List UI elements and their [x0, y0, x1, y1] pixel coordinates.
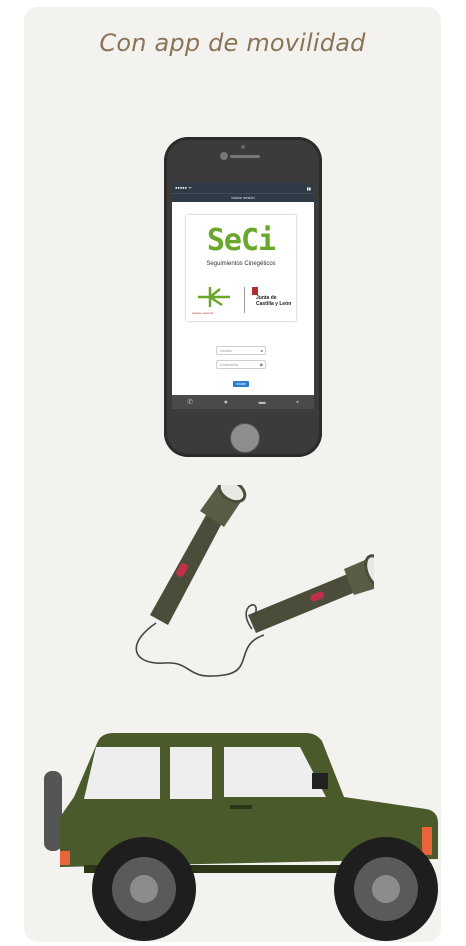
app-logo-card: SeCi Seguimientos Cinegéticos parque nac…: [186, 215, 296, 321]
rear-wheel: [92, 837, 196, 941]
partner-right-text: Junta de Castilla y León: [256, 295, 291, 307]
partner-right-line2: Castilla y León: [256, 301, 292, 307]
flashlight-left: [150, 485, 247, 625]
home-button: [230, 423, 260, 453]
rear-light: [60, 851, 70, 865]
front-light: [422, 827, 432, 855]
card-title: Con app de movilidad: [99, 29, 366, 57]
status-bar: ●●●●● ᯤ ▮▮: [172, 183, 314, 193]
eye-icon: ◉: [259, 362, 264, 367]
mail-icon[interactable]: ▬: [259, 399, 266, 406]
login-button[interactable]: Iniciar: [233, 381, 249, 387]
rear-window: [84, 747, 160, 799]
feature-card: Con app de movilidad ●●●●● ᯤ ▮▮ Iniciar …: [24, 7, 441, 942]
phone-sensor: [241, 145, 245, 149]
spare-tire: [44, 771, 62, 851]
parque-nacional-logo: [198, 287, 230, 307]
battery-indicator: ▮▮: [306, 185, 311, 191]
side-mirror: [312, 773, 328, 789]
screen-title: Iniciar sesión: [172, 193, 314, 202]
username-input[interactable]: Usuario ●: [216, 346, 266, 355]
flashlight-right: [248, 554, 374, 633]
password-placeholder: Contraseña: [220, 363, 239, 367]
logo-separator: [244, 287, 245, 313]
username-placeholder: Usuario: [220, 349, 233, 353]
front-wheel: [334, 837, 438, 941]
jcyl-shield-icon: [252, 287, 258, 295]
phone-camera: [220, 152, 228, 160]
phone-screen: ●●●●● ᯤ ▮▮ Iniciar sesión SeCi Seguimien…: [172, 183, 314, 409]
password-input[interactable]: Contraseña ◉: [216, 360, 266, 369]
signal-indicator: ●●●●● ᯤ: [175, 185, 192, 190]
circle-icon[interactable]: ●: [224, 399, 228, 406]
smartphone-illustration: ●●●●● ᯤ ▮▮ Iniciar sesión SeCi Seguimien…: [164, 137, 322, 457]
app-logo: SeCi: [206, 223, 276, 258]
door-handle: [230, 805, 252, 809]
offroad-vehicle-illustration: [44, 733, 438, 941]
flashlights-illustration: [135, 485, 374, 677]
briefcase-icon[interactable]: ▪: [296, 399, 298, 406]
app-tab-bar: ✆ ● ▬ ▪: [172, 395, 314, 409]
partner-left-text: parque nacional: [192, 311, 214, 315]
phone-icon[interactable]: ✆: [187, 398, 193, 406]
phone-speaker: [230, 155, 260, 158]
middle-window: [170, 747, 212, 799]
user-icon: ●: [260, 348, 263, 353]
app-subtitle: Seguimientos Cinegéticos: [206, 261, 276, 267]
